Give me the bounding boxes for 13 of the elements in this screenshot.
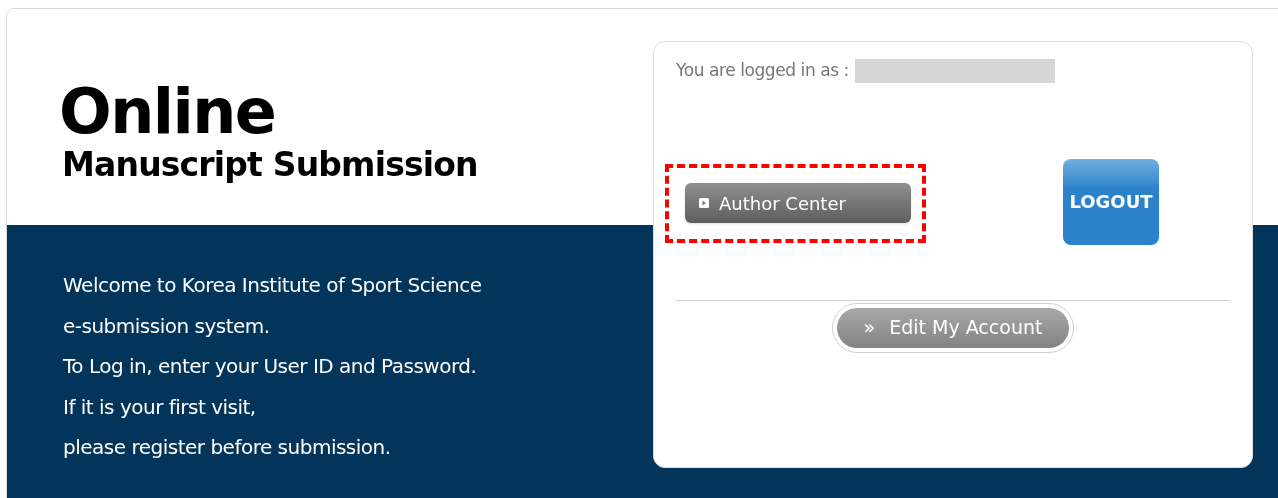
logged-in-label: You are logged in as : (676, 59, 849, 82)
double-chevron-icon: » (863, 313, 876, 342)
site-title: Online (59, 81, 277, 143)
author-center-button[interactable]: Author Center (685, 183, 911, 223)
welcome-text: Welcome to Korea Institute of Sport Science (63, 272, 482, 299)
welcome-text: e-submission system. (63, 312, 270, 340)
site-subtitle: Manuscript Submission (62, 145, 479, 185)
edit-account-button[interactable]: » Edit My Account (837, 307, 1069, 348)
play-square-icon (699, 198, 709, 208)
welcome-text: To Log in, enter your User ID and Password. (63, 353, 477, 380)
welcome-text: please register before submission. (63, 434, 391, 461)
welcome-text: If it is your first visit, (63, 393, 256, 421)
logout-button[interactable]: LOGOUT (1063, 158, 1159, 245)
